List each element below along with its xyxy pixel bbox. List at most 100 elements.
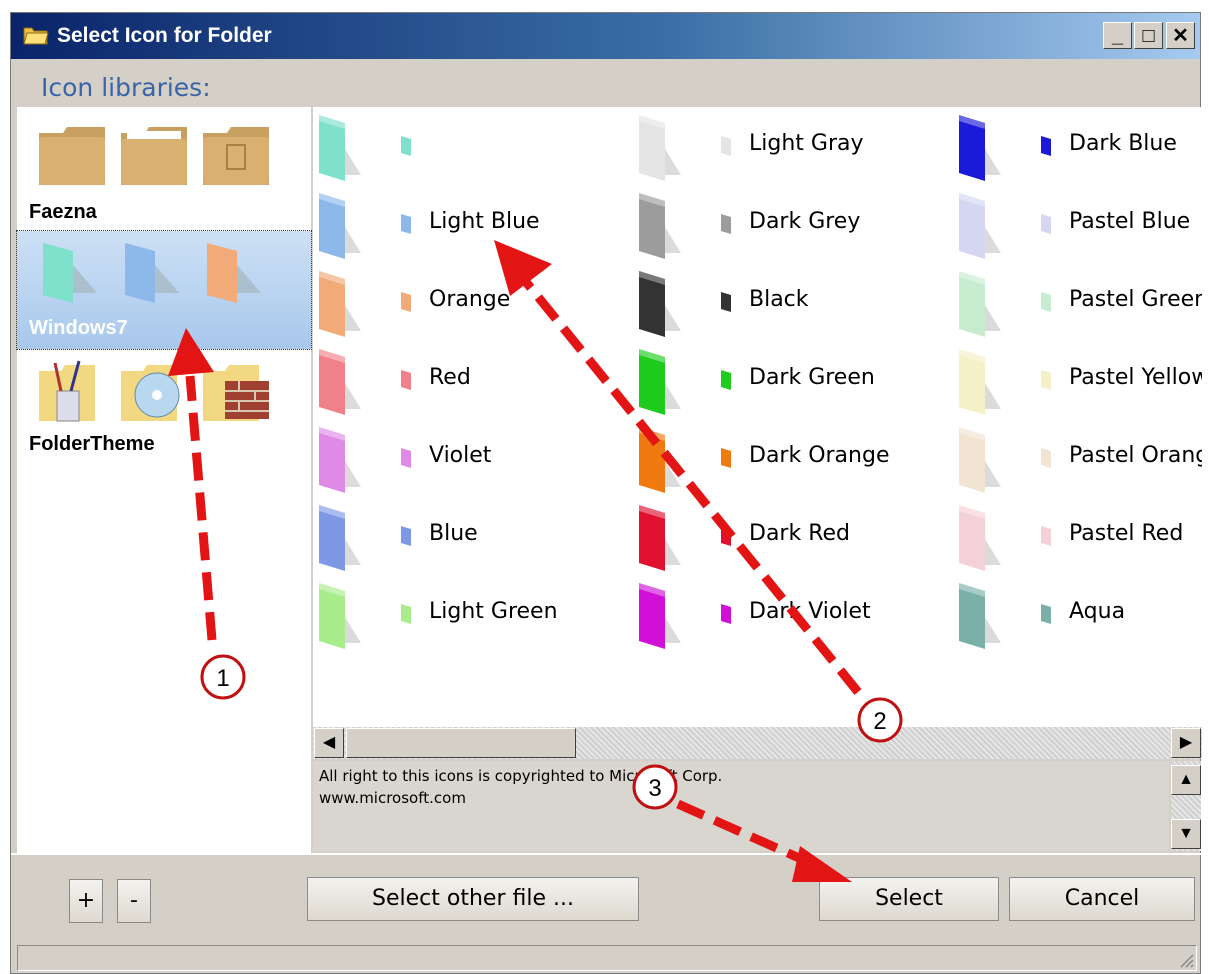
icon-label: Light Green <box>429 599 558 624</box>
dialog-window: Select Icon for Folder _ □ ✕ Icon librar… <box>10 12 1202 974</box>
folder-icon <box>639 193 681 259</box>
icon-item[interactable]: Dark Red <box>633 497 951 575</box>
scrollbar-thumb[interactable] <box>346 728 576 758</box>
icon-libraries-label: Icon libraries: <box>41 73 211 102</box>
library-name: Windows7 <box>29 317 128 339</box>
folder-icon <box>1041 370 1051 390</box>
icon-item[interactable]: Red <box>313 341 631 419</box>
folder-icon <box>959 193 1001 259</box>
folder-icon <box>959 505 1001 571</box>
add-library-button[interactable]: + <box>69 879 103 923</box>
paint-brushes-folder-icon <box>39 360 95 422</box>
icon-label: Aqua <box>1069 599 1126 624</box>
folder-icon <box>121 127 187 185</box>
maximize-button[interactable]: □ <box>1134 22 1163 49</box>
folder-icon <box>401 448 411 468</box>
library-item-foldertheme[interactable]: FolderTheme <box>17 351 311 469</box>
minimize-button[interactable]: _ <box>1103 22 1132 49</box>
icon-item[interactable]: Light Green <box>313 575 631 653</box>
folder-icon <box>721 370 731 390</box>
icon-label: Violet <box>429 443 492 468</box>
folder-icon <box>207 243 261 303</box>
title-bar[interactable]: Select Icon for Folder _ □ ✕ <box>11 13 1200 59</box>
folder-icon <box>319 349 361 415</box>
horizontal-scrollbar[interactable]: ◀ ▶ <box>313 727 1202 759</box>
folder-icon <box>1041 526 1051 546</box>
icon-label: Dark Red <box>749 521 850 546</box>
icon-item[interactable]: Orange <box>313 263 631 341</box>
folder-icon <box>1041 136 1051 156</box>
folder-icon <box>401 526 411 546</box>
icon-item[interactable]: Blue <box>313 497 631 575</box>
scroll-up-button[interactable]: ▲ <box>1171 765 1201 795</box>
folder-icon <box>23 27 49 45</box>
icon-item[interactable]: Dark Green <box>633 341 951 419</box>
icon-item[interactable]: Light Gray <box>633 107 951 185</box>
icon-label: Black <box>749 287 809 312</box>
icon-item[interactable]: Dark Violet <box>633 575 951 653</box>
icon-item[interactable]: Pastel Orange <box>953 419 1202 497</box>
icon-item[interactable]: Aqua <box>953 575 1202 653</box>
icon-label: Pastel Orange <box>1069 443 1202 468</box>
folder-icon <box>43 243 97 303</box>
folder-icon <box>319 583 361 649</box>
folder-icon <box>401 292 411 312</box>
icon-item[interactable]: Pastel Red <box>953 497 1202 575</box>
icon-label: Pastel Yellow <box>1069 365 1202 390</box>
icon-item[interactable]: Pastel Green <box>953 263 1202 341</box>
icon-label: Light Gray <box>749 131 864 156</box>
icon-item[interactable]: Dark Orange <box>633 419 951 497</box>
icon-grid: Light Gray Dark Blue Light Blue Dark Gre… <box>313 107 1202 727</box>
select-button[interactable]: Select <box>819 877 999 921</box>
icon-label: Pastel Green <box>1069 287 1202 312</box>
folder-icon <box>639 115 681 181</box>
folder-icon <box>125 243 179 303</box>
library-name: Faezna <box>29 201 97 223</box>
folder-icon <box>319 427 361 493</box>
icon-item[interactable]: Pastel Yellow <box>953 341 1202 419</box>
folder-icon <box>959 427 1001 493</box>
folder-icon <box>639 271 681 337</box>
folder-icon <box>1041 448 1051 468</box>
select-other-file-button[interactable]: Select other file ... <box>307 877 639 921</box>
scroll-left-button[interactable]: ◀ <box>314 728 344 758</box>
folder-icon <box>401 604 411 624</box>
folder-icon <box>639 505 681 571</box>
icon-label: Dark Grey <box>749 209 861 234</box>
cd-folder-icon <box>121 365 180 421</box>
resize-grip-icon[interactable] <box>1178 952 1194 968</box>
icon-item[interactable] <box>313 107 631 185</box>
icon-label: Dark Green <box>749 365 875 390</box>
close-button[interactable]: ✕ <box>1166 22 1195 49</box>
folder-icon <box>1041 214 1051 234</box>
vertical-scrollbar[interactable]: ▲ ▼ <box>1171 761 1201 851</box>
icon-label: Pastel Blue <box>1069 209 1191 234</box>
window-title: Select Icon for Folder <box>57 24 272 47</box>
folder-icon <box>1041 604 1051 624</box>
icon-item[interactable]: Violet <box>313 419 631 497</box>
scroll-right-button[interactable]: ▶ <box>1171 728 1201 758</box>
icon-label: Dark Violet <box>749 599 871 624</box>
scroll-down-button[interactable]: ▼ <box>1171 819 1201 849</box>
folder-icon <box>959 115 1001 181</box>
library-item-windows7[interactable]: Windows7 <box>16 230 312 350</box>
icon-item[interactable]: Dark Grey <box>633 185 951 263</box>
icon-item[interactable]: Light Blue <box>313 185 631 263</box>
folder-icon <box>959 271 1001 337</box>
copyright-text: All right to this icons is copyrighted t… <box>313 761 1169 851</box>
folder-icon <box>721 448 731 468</box>
cancel-button[interactable]: Cancel <box>1009 877 1195 921</box>
folder-icon <box>1041 292 1051 312</box>
folder-icon <box>639 427 681 493</box>
icon-item[interactable]: Dark Blue <box>953 107 1202 185</box>
folder-icon <box>721 136 731 156</box>
icon-item[interactable]: Pastel Blue <box>953 185 1202 263</box>
copyright-url: www.microsoft.com <box>319 789 466 807</box>
remove-library-button[interactable]: - <box>117 879 151 923</box>
folder-icon <box>319 115 361 181</box>
library-item-faezna[interactable]: Faezna <box>17 113 311 231</box>
icon-label: Dark Blue <box>1069 131 1177 156</box>
icon-item[interactable]: Black <box>633 263 951 341</box>
folder-document-icon <box>203 127 269 185</box>
icon-label: Dark Orange <box>749 443 890 468</box>
